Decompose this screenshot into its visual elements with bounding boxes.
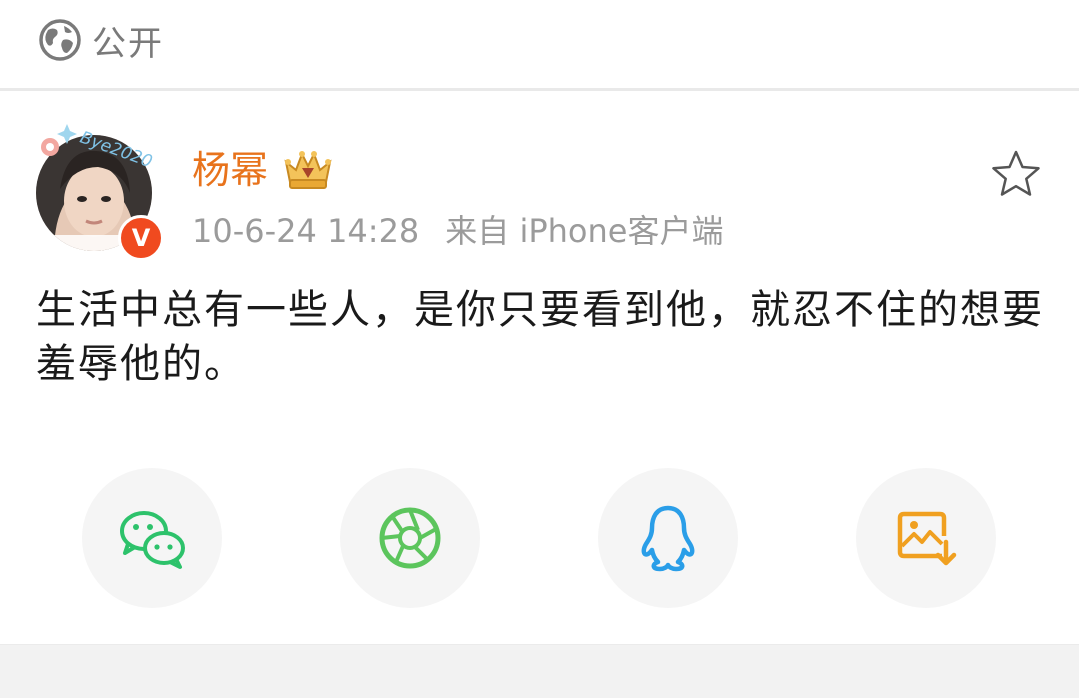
favorite-button[interactable] — [990, 149, 1042, 199]
verified-badge: V — [118, 215, 164, 261]
image-download-icon — [897, 511, 957, 566]
penguin-icon — [641, 505, 695, 572]
bottom-bar — [0, 644, 1079, 698]
author-avatar[interactable]: Bye2020 V — [36, 123, 166, 261]
share-moments-button[interactable] — [340, 468, 480, 608]
post-timestamp: 10-6-24 14:28 — [192, 212, 420, 250]
post-text: 生活中总有一些人，是你只要看到他，就忍不住的想要羞辱他的。 — [36, 287, 1044, 387]
wechat-icon — [120, 511, 185, 569]
top-bar: 公开 — [0, 0, 1079, 88]
globe-icon — [39, 19, 81, 61]
weibo-post-card: Bye2020 V 杨幂 10-6-24 14:28 来自 iPhone客户端 … — [0, 91, 1079, 644]
author-name[interactable]: 杨幂 — [192, 147, 268, 193]
save-image-button[interactable] — [856, 468, 996, 608]
share-wechat-button[interactable] — [82, 468, 222, 608]
crown-badge-icon[interactable] — [280, 148, 336, 192]
visibility-indicator[interactable]: 公开 — [38, 18, 164, 64]
star-outline-icon — [992, 150, 1040, 196]
visibility-label: 公开 — [92, 23, 164, 64]
post-source: 来自 iPhone客户端 — [445, 212, 724, 250]
share-qq-button[interactable] — [598, 468, 738, 608]
post-meta: 10-6-24 14:28 来自 iPhone客户端 — [192, 209, 723, 253]
author-name-row[interactable]: 杨幂 — [192, 147, 336, 193]
aperture-icon — [379, 507, 441, 569]
share-options — [0, 468, 1079, 608]
